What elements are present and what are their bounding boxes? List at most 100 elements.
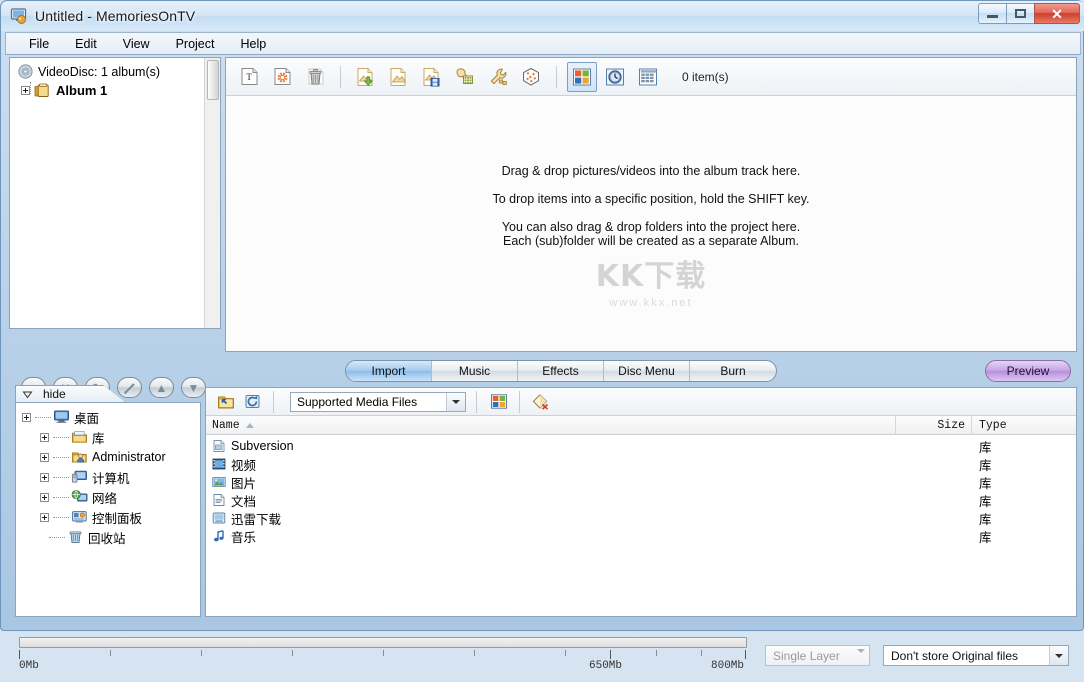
menu-item-project[interactable]: Project (163, 35, 228, 53)
open-slideshow-button[interactable] (384, 62, 414, 92)
trash-icon (305, 66, 326, 87)
file-name-label: 图片 (231, 473, 256, 492)
tab-import[interactable]: Import (346, 361, 432, 381)
table-row[interactable]: 视频 库 (206, 455, 1076, 473)
slide-settings-button[interactable] (267, 62, 297, 92)
maximize-button[interactable] (1006, 3, 1035, 24)
fs-node-label: 网络 (92, 488, 117, 507)
album-tree-node-album-1[interactable]: Album 1 (14, 81, 218, 100)
expand-administrator-icon[interactable] (40, 453, 49, 462)
menu-item-help[interactable]: Help (227, 35, 279, 53)
column-header-name[interactable]: Name (206, 416, 896, 434)
minimize-button[interactable] (978, 3, 1007, 24)
random-effects-button[interactable] (516, 62, 546, 92)
fs-node-computer[interactable]: 计算机 (20, 467, 198, 487)
fs-node-recycle-bin[interactable]: 回收站 (20, 527, 198, 547)
fs-node-network[interactable]: 网络 (20, 487, 198, 507)
thumbnails-toggle-button[interactable] (487, 391, 511, 413)
collapse-desktop-icon[interactable] (22, 413, 31, 422)
expand-album-1-icon[interactable] (21, 86, 30, 95)
refresh-folder-icon (244, 393, 262, 410)
tree-connector (30, 82, 31, 94)
file-list-header: Name Size Type (206, 416, 1076, 435)
table-row[interactable]: 音乐 库 (206, 527, 1076, 545)
table-row[interactable]: Subversion 库 (206, 437, 1076, 455)
album-folder-icon (34, 83, 51, 98)
chevron-down-icon[interactable] (857, 653, 865, 667)
column-header-size[interactable]: Size (896, 416, 972, 434)
expand-control-panel-icon[interactable] (40, 513, 49, 522)
status-bar: 0Mb 650Mb 800Mb Single Layer Don't store… (5, 635, 1081, 682)
tree-connector (53, 477, 69, 478)
chevron-down-icon[interactable] (446, 393, 465, 411)
add-text-slide-button[interactable]: T (234, 62, 264, 92)
fs-node-library[interactable]: 库 (20, 427, 198, 447)
column-header-name-label: Name (212, 419, 240, 432)
tab-burn[interactable]: Burn (690, 361, 776, 381)
music-library-icon (212, 529, 226, 543)
album-drop-area[interactable]: Drag & drop pictures/videos into the alb… (226, 96, 1076, 351)
album-tree-root[interactable]: VideoDisc: 1 album(s) (14, 62, 218, 81)
filesystem-tree-panel[interactable]: 桌面 库 (15, 402, 201, 617)
disc-layer-select[interactable]: Single Layer (765, 645, 870, 666)
refresh-folder-button[interactable] (241, 391, 265, 413)
store-originals-select[interactable]: Don't store Original files (883, 645, 1069, 666)
expand-library-icon[interactable] (40, 433, 49, 442)
recycle-bin-icon (67, 529, 84, 545)
column-header-type[interactable]: Type (972, 416, 1076, 434)
maximize-icon (1015, 9, 1026, 18)
download-library-icon (212, 511, 226, 525)
up-folder-button[interactable] (214, 391, 238, 413)
close-button[interactable]: ✕ (1034, 3, 1080, 24)
table-row[interactable]: 迅雷下载 库 (206, 509, 1076, 527)
control-panel-icon (71, 509, 88, 525)
wrench-transition-icon (487, 66, 509, 88)
preview-button[interactable]: Preview (985, 360, 1071, 382)
expand-computer-icon[interactable] (40, 473, 49, 482)
fs-node-administrator[interactable]: Administrator (20, 447, 198, 467)
thumbnail-view-icon (572, 67, 592, 87)
tab-disc-menu[interactable]: Disc Menu (604, 361, 690, 381)
details-view-button[interactable] (633, 62, 663, 92)
disc-icon (18, 64, 33, 79)
ruler-tick (701, 650, 702, 656)
media-filter-select[interactable]: Supported Media Files (290, 392, 466, 412)
menu-item-file[interactable]: File (16, 35, 62, 53)
slide-tools-button[interactable] (450, 62, 480, 92)
menu-item-view[interactable]: View (110, 35, 163, 53)
menu-item-edit[interactable]: Edit (62, 35, 110, 53)
album-tree-scroll-thumb[interactable] (207, 60, 219, 100)
toolbar-separator-2 (556, 66, 557, 88)
hide-panel-label: hide (43, 387, 66, 401)
fs-node-control-panel[interactable]: 控制面板 (20, 507, 198, 527)
album-tree-scrollbar[interactable] (204, 58, 220, 328)
app-monitor-icon (10, 7, 28, 25)
ruler-tick (656, 650, 657, 656)
table-row[interactable]: 文档 库 (206, 491, 1076, 509)
watermark-text: KK下载 (596, 251, 707, 295)
timeline-view-button[interactable] (600, 62, 630, 92)
clear-tag-icon (531, 393, 549, 410)
import-slideshow-button[interactable] (351, 62, 381, 92)
tree-connector (53, 457, 69, 458)
tab-music[interactable]: Music (432, 361, 518, 381)
fs-node-desktop[interactable]: 桌面 (20, 407, 198, 427)
transition-tools-button[interactable] (483, 62, 513, 92)
file-type-cell: 库 (972, 455, 1076, 474)
computer-icon (71, 469, 88, 485)
column-header-type-label: Type (979, 419, 1007, 432)
menu-bar: File Edit View Project Help (5, 32, 1081, 55)
delete-slide-button[interactable] (300, 62, 330, 92)
tree-connector (53, 517, 69, 518)
expand-network-icon[interactable] (40, 493, 49, 502)
tab-effects[interactable]: Effects (518, 361, 604, 381)
file-toolbar-separator-2 (476, 391, 477, 413)
thumbnail-view-button[interactable] (567, 62, 597, 92)
save-slideshow-button[interactable] (417, 62, 447, 92)
table-row[interactable]: 图片 库 (206, 473, 1076, 491)
hide-panel-tab[interactable]: hide (15, 385, 125, 402)
network-icon (71, 489, 88, 505)
chevron-down-icon[interactable] (1049, 646, 1068, 665)
album-tree-panel[interactable]: VideoDisc: 1 album(s) Album 1 (9, 57, 221, 329)
clear-selection-button[interactable] (528, 391, 552, 413)
